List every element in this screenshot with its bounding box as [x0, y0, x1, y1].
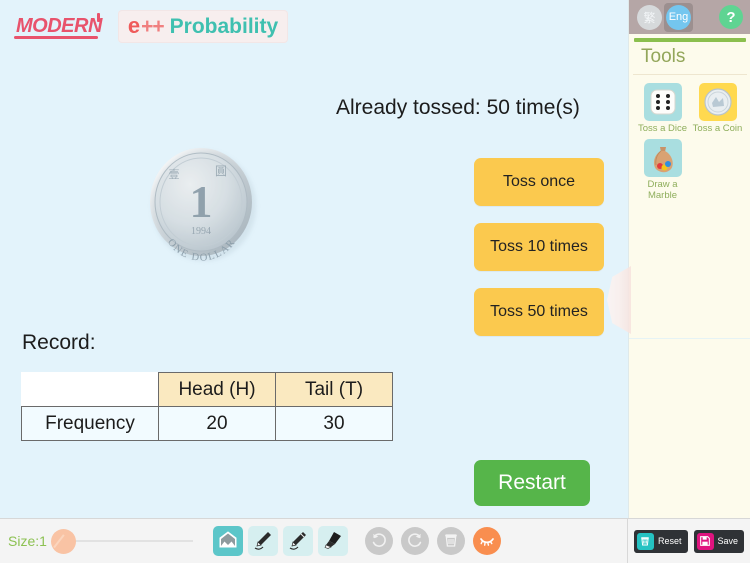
tool-label: Toss a Coin [692, 123, 743, 134]
slider-track [62, 540, 193, 542]
row-label-frequency: Frequency [21, 406, 159, 441]
record-label: Record: [22, 331, 96, 354]
trash-icon [442, 531, 460, 552]
toolbar-left-section: Size:1 [0, 519, 627, 563]
panel-top-bar: 繁 Eng ? [629, 0, 750, 34]
pencil-icon [252, 529, 274, 554]
panel-lower-area [629, 339, 750, 518]
redo-icon [405, 530, 425, 553]
marker-icon [322, 529, 344, 554]
shape-icon [217, 529, 239, 554]
save-button[interactable]: Save [693, 529, 745, 553]
marble-bag-icon [643, 138, 682, 177]
action-tool-group [364, 527, 501, 555]
tool-toss-a-coin[interactable]: Toss a Coin [690, 83, 745, 135]
coin-image[interactable]: 1 壹 圓 1994 ONE DOLLAR [148, 145, 258, 264]
draw-tool-group [212, 526, 348, 556]
tool-grid: Toss a Dice Toss a Coin Draw a Marble [629, 75, 750, 206]
language-en-button[interactable]: Eng [666, 4, 691, 30]
eraser-button[interactable] [472, 527, 501, 555]
toss-once-button[interactable]: Toss once [474, 158, 604, 206]
dice-icon [643, 83, 682, 121]
help-icon[interactable]: ? [719, 5, 743, 29]
toss-status-text: Already tossed: 50 time(s) [336, 96, 580, 119]
language-zh-button[interactable]: 繁 [637, 4, 662, 30]
shape-tool-button[interactable] [212, 526, 243, 556]
undo-icon [369, 530, 389, 553]
save-floppy-icon [696, 532, 714, 550]
toolbar-right-section: Reset Save [627, 519, 750, 563]
app-root: MODERN e ++ Probability Already tossed: … [0, 0, 750, 563]
size-slider[interactable] [50, 528, 193, 554]
column-header-tail: Tail (T) [275, 372, 393, 407]
toss-10-times-button[interactable]: Toss 10 times [474, 223, 604, 271]
size-label: Size:1 [8, 533, 47, 549]
epp-plus-signs: ++ [141, 15, 165, 38]
table-row: Frequency 20 30 [21, 406, 393, 441]
bottom-toolbar: Size:1 Reset Save [0, 518, 750, 563]
column-header-head: Head (H) [158, 372, 276, 407]
reset-button[interactable]: Reset [633, 529, 688, 553]
table-header-row: Head (H) Tail (T) [22, 372, 393, 407]
marker-tool-button[interactable] [317, 526, 348, 556]
tool-label: Draw a Marble [647, 178, 678, 201]
pencil-tool-button[interactable] [247, 526, 278, 556]
brand-logo: MODERN e ++ Probability [14, 10, 289, 43]
tool-draw-a-marble[interactable]: Draw a Marble [635, 138, 690, 202]
pen-tool-button[interactable] [282, 526, 313, 556]
slider-knob[interactable] [50, 528, 76, 554]
save-label: Save [717, 536, 739, 546]
toss-50-times-button[interactable]: Toss 50 times [474, 288, 604, 336]
tool-toss-a-dice[interactable]: Toss a Dice [635, 83, 690, 135]
redo-button[interactable] [400, 527, 429, 555]
epp-probability-logo: e ++ Probability [117, 10, 289, 43]
tools-panel: 繁 Eng ? Tools Toss a Dice Toss a Coin Dr… [607, 0, 750, 518]
table-corner-cell [22, 373, 159, 407]
coin-shadow [152, 151, 256, 261]
epp-e-letter: e [127, 13, 141, 38]
frequency-head-value: 20 [158, 406, 276, 441]
language-selected-wrapper: Eng [664, 2, 693, 32]
frequency-tail-value: 30 [275, 406, 393, 441]
coin-icon [698, 83, 737, 121]
reset-label: Reset [657, 536, 682, 546]
tool-label: Toss a Dice [637, 123, 688, 134]
undo-button[interactable] [364, 527, 393, 555]
restart-button[interactable]: Restart [474, 460, 590, 506]
modern-wordmark: MODERN [14, 13, 108, 40]
panel-title: Tools [633, 42, 747, 75]
clear-all-button[interactable] [436, 527, 465, 555]
toss-button-group: Toss once Toss 10 times Toss 50 times [474, 158, 604, 336]
record-table: Head (H) Tail (T) Frequency 20 30 [21, 372, 393, 441]
eraser-icon [477, 530, 497, 553]
reset-trash-icon [636, 532, 654, 550]
pen-icon [287, 529, 309, 554]
epp-probability-word: Probability [169, 15, 279, 38]
